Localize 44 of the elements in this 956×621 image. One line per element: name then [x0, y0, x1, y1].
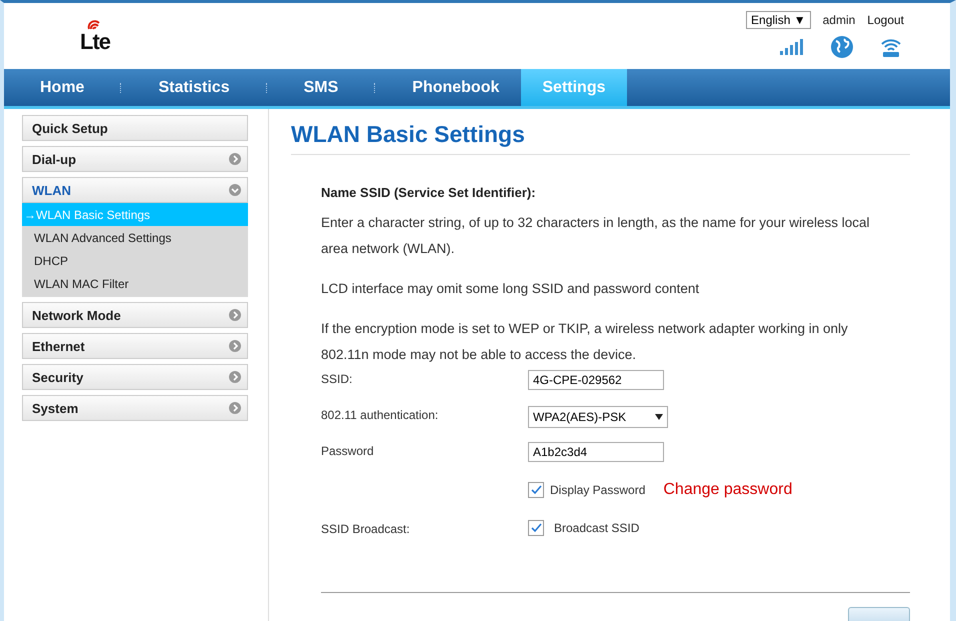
language-select[interactable]: English ▼ — [746, 11, 811, 29]
field-label: 802.11 authentication: — [321, 407, 440, 422]
sidebar-item[interactable]: WLAN — [22, 177, 248, 203]
signal-icon — [780, 39, 804, 55]
sidebar-item[interactable]: System — [22, 395, 248, 421]
sidebar-item[interactable]: Quick Setup — [22, 115, 248, 141]
sidebar-item[interactable]: Ethernet — [22, 333, 248, 359]
chevron-right-icon — [229, 153, 241, 165]
sidebar-item[interactable]: Dial-up — [22, 146, 248, 172]
username: admin — [822, 13, 856, 27]
chevron-right-icon — [229, 309, 241, 321]
submenu-item[interactable]: WLAN Advanced Settings — [22, 226, 248, 249]
chevron-down-icon — [229, 184, 241, 196]
section-heading: Name SSID (Service Set Identifier): — [321, 185, 537, 200]
nav-tab[interactable]: Phonebook — [390, 69, 522, 106]
checkbox-label: Display Password — [550, 483, 646, 497]
logo: Lte — [80, 31, 110, 53]
field-label: SSID Broadcast: — [321, 521, 411, 536]
submenu-item[interactable]: DHCP — [22, 249, 248, 272]
nav-tab[interactable]: Home — [18, 69, 106, 106]
sidebar-item[interactable]: Security — [22, 364, 248, 390]
logout-link[interactable]: Logout — [867, 13, 904, 27]
checkbox[interactable] — [528, 520, 544, 536]
chevron-right-icon — [229, 402, 241, 414]
change-password-link[interactable]: Change password — [663, 481, 792, 499]
description-text: LCD interface may omit some long SSID and password content — [321, 280, 700, 298]
field-label: SSID: — [321, 371, 354, 386]
checkbox[interactable] — [528, 482, 544, 498]
globe-icon — [830, 35, 854, 59]
chevron-right-icon — [229, 340, 241, 352]
nav-tab[interactable]: SMS — [282, 69, 360, 106]
page-title: WLAN Basic Settings — [291, 121, 910, 155]
chevron-right-icon — [229, 371, 241, 383]
password-field[interactable]: A1b2c3d4 — [528, 442, 664, 462]
dropdown-caret-icon — [655, 414, 663, 420]
sidebar-item[interactable]: Network Mode — [22, 302, 248, 328]
authentication-select[interactable]: WPA2(AES)-PSK — [528, 406, 668, 428]
submenu-item[interactable]: WLAN MAC Filter — [22, 272, 248, 295]
description-text: Enter a character string, of up to 32 characters in length, as the name for your wireless local area network (WLAN). — [321, 214, 871, 258]
checkbox-label: Broadcast SSID — [554, 521, 640, 535]
field-label: Password — [321, 443, 375, 458]
description-text: If the encryption mode is set to WEP or TKIP, a wireless network adapter working in only 802.11n mode may not be able to access the device. — [321, 320, 849, 364]
nav-tab[interactable]: Statistics — [136, 69, 252, 106]
ssid-field[interactable]: 4G-CPE-029562 — [528, 370, 664, 390]
